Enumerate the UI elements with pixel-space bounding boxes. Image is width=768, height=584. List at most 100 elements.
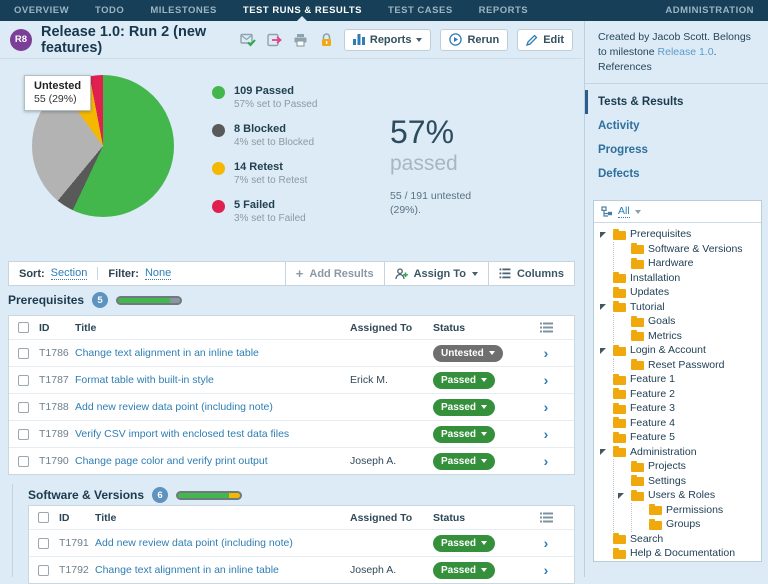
sidebar-link-tests-results[interactable]: Tests & Results — [585, 90, 768, 114]
row-open-cell: › — [518, 373, 574, 387]
filter-value-link[interactable]: None — [144, 267, 172, 280]
test-title-link[interactable]: Change text alignment in an inline table — [75, 347, 350, 359]
row-open-chevron[interactable]: › — [544, 346, 549, 360]
nav-tab-test-runs-results[interactable]: TEST RUNS & RESULTS — [243, 0, 362, 21]
expand-toggle-icon[interactable] — [600, 447, 609, 456]
tree-item-software-versions[interactable]: Software & Versions — [618, 242, 759, 257]
status-badge-untested[interactable]: Untested — [433, 344, 503, 362]
sidebar-link-progress[interactable]: Progress — [585, 138, 768, 162]
select-all-checkbox[interactable] — [18, 322, 29, 333]
status-badge-passed[interactable]: Passed — [433, 371, 496, 389]
row-open-cell: › — [518, 454, 574, 468]
tree-item-login-account[interactable]: Login & Account — [600, 343, 759, 358]
tree-item-search[interactable]: Search — [600, 532, 759, 547]
column-config-icon[interactable] — [539, 322, 553, 333]
tree-item-feature-2[interactable]: Feature 2 — [600, 387, 759, 402]
nav-tab-overview[interactable]: OVERVIEW — [14, 0, 69, 21]
tree-item-permissions[interactable]: Permissions — [636, 503, 759, 518]
columns-button[interactable]: Columns — [487, 262, 574, 285]
status-badge-passed[interactable]: Passed — [433, 398, 496, 416]
tree-item-goals[interactable]: Goals — [618, 314, 759, 329]
row-checkbox[interactable] — [38, 564, 49, 576]
status-cell: Untested — [433, 344, 518, 362]
tree-item-feature-4[interactable]: Feature 4 — [600, 416, 759, 431]
tree-item-projects[interactable]: Projects — [618, 459, 759, 474]
email-notify-icon[interactable] — [240, 32, 257, 48]
tree-item-hardware[interactable]: Hardware — [618, 256, 759, 271]
folder-icon — [613, 417, 626, 429]
row-checkbox[interactable] — [18, 401, 29, 413]
row-checkbox[interactable] — [18, 428, 29, 440]
tree-item-feature-1[interactable]: Feature 1 — [600, 372, 759, 387]
tree-item-groups[interactable]: Groups — [636, 517, 759, 532]
add-results-button[interactable]: + Add Results — [284, 262, 384, 285]
reports-button[interactable]: Reports — [343, 28, 432, 51]
row-open-chevron[interactable]: › — [544, 563, 549, 577]
nav-tab-todo[interactable]: TODO — [95, 0, 124, 21]
tree-item-administration[interactable]: Administration — [600, 445, 759, 460]
tree-item-installation[interactable]: Installation — [600, 271, 759, 286]
row-checkbox[interactable] — [38, 537, 49, 549]
sidebar-link-defects[interactable]: Defects — [585, 162, 768, 186]
row-checkbox[interactable] — [18, 347, 29, 359]
tree-item-help-documentation[interactable]: Help & Documentation — [600, 546, 759, 561]
test-id: T1788 — [39, 401, 69, 413]
row-open-chevron[interactable]: › — [544, 536, 549, 550]
status-badge-passed[interactable]: Passed — [433, 561, 496, 579]
tree-item-users-roles[interactable]: Users & Roles — [618, 488, 759, 503]
expand-toggle-icon[interactable] — [618, 491, 627, 500]
test-table-prerequisites: ID Title Assigned To Status T1786 Change text… — [8, 315, 575, 475]
filter-label: Filter: — [108, 267, 139, 280]
status-badge-passed[interactable]: Passed — [433, 534, 496, 552]
tree-item-reset-password[interactable]: Reset Password — [618, 358, 759, 373]
tree-filter-all[interactable]: All — [618, 205, 630, 218]
test-title-link[interactable]: Verify CSV import with enclosed test dat… — [75, 428, 350, 440]
row-open-chevron[interactable]: › — [544, 373, 549, 387]
folder-icon — [613, 388, 626, 400]
test-title-link[interactable]: Add new review data point (including not… — [95, 537, 350, 549]
select-all-checkbox[interactable] — [38, 512, 49, 523]
row-checkbox[interactable] — [18, 374, 29, 386]
nav-tab-test-cases[interactable]: TEST CASES — [388, 0, 453, 21]
sidebar-link-activity[interactable]: Activity — [585, 114, 768, 138]
nav-tab-administration[interactable]: ADMINISTRATION — [665, 0, 754, 21]
row-checkbox[interactable] — [18, 455, 29, 467]
column-header-title: Title — [95, 511, 117, 524]
tree-item-metrics[interactable]: Metrics — [618, 329, 759, 344]
nav-tab-reports[interactable]: REPORTS — [479, 0, 528, 21]
tree-item-feature-5[interactable]: Feature 5 — [600, 430, 759, 445]
legend-title: 8 Blocked — [234, 123, 286, 135]
export-icon[interactable] — [266, 32, 283, 48]
expand-toggle-icon[interactable] — [600, 346, 609, 355]
nav-tab-milestones[interactable]: MILESTONES — [150, 0, 217, 21]
expand-toggle-icon[interactable] — [600, 302, 609, 311]
tree-item-feature-3[interactable]: Feature 3 — [600, 401, 759, 416]
expand-toggle-icon[interactable] — [600, 230, 609, 239]
tooltip-title: Untested — [34, 80, 82, 92]
tree-item-prerequisites[interactable]: Prerequisites — [600, 227, 759, 242]
status-badge-passed[interactable]: Passed — [433, 452, 496, 470]
test-title-link[interactable]: Change text alignment in an inline table — [95, 564, 350, 576]
test-title-link[interactable]: Change page color and verify print outpu… — [75, 455, 350, 467]
milestone-link[interactable]: Release 1.0 — [658, 46, 714, 58]
print-icon[interactable] — [292, 32, 309, 48]
edit-button[interactable]: Edit — [517, 28, 573, 51]
assign-to-button[interactable]: Assign To — [383, 262, 488, 285]
lock-icon[interactable] — [318, 32, 335, 48]
rerun-button[interactable]: Rerun — [440, 28, 509, 51]
table-header-row: ID Title Assigned To Status — [29, 506, 574, 529]
test-title-link[interactable]: Add new review data point (including not… — [75, 401, 350, 413]
row-open-chevron[interactable]: › — [544, 427, 549, 441]
legend-dot — [212, 162, 225, 175]
row-open-chevron[interactable]: › — [544, 454, 549, 468]
sort-value-link[interactable]: Section — [50, 267, 88, 280]
row-open-chevron[interactable]: › — [544, 400, 549, 414]
tree-item-updates[interactable]: Updates — [600, 285, 759, 300]
status-badge-passed[interactable]: Passed — [433, 425, 496, 443]
columns-icon — [499, 268, 511, 279]
test-title-link[interactable]: Format table with built-in style — [75, 374, 350, 386]
column-config-icon[interactable] — [539, 512, 553, 523]
tree-item-settings[interactable]: Settings — [618, 474, 759, 489]
tree-item-tutorial[interactable]: Tutorial — [600, 300, 759, 315]
